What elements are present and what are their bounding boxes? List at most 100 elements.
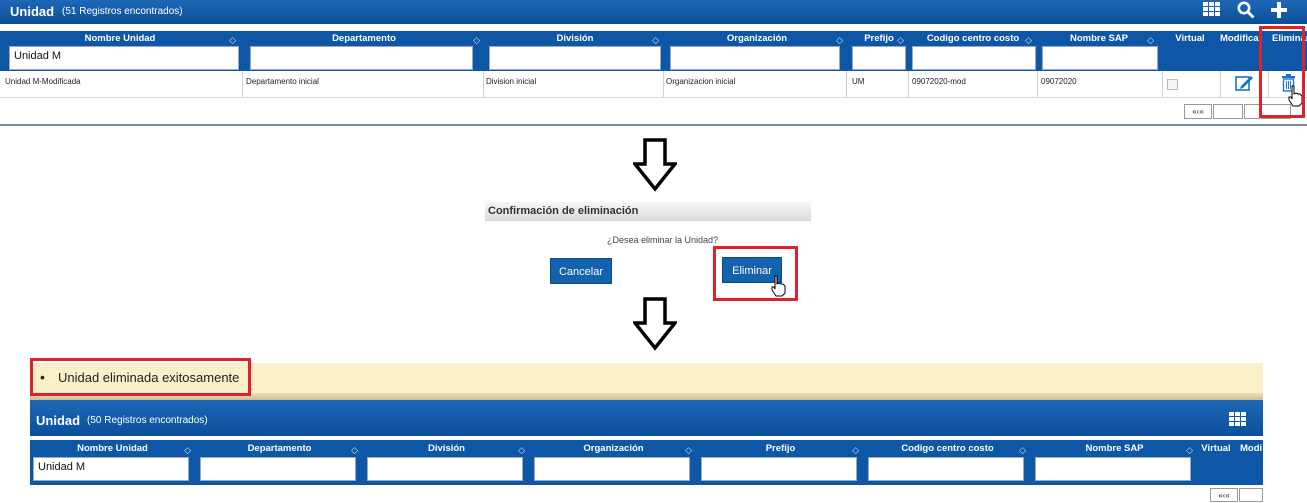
col-label: Nombre Unidad <box>77 443 148 454</box>
sort-icon: ◇ <box>1019 445 1026 455</box>
filter-nombre-unidad-input[interactable]: Unidad M <box>9 46 239 70</box>
col-label: Nombre SAP <box>1069 33 1129 44</box>
pager-prev-button[interactable] <box>1239 488 1263 502</box>
cell-prefijo: UM <box>852 77 865 86</box>
pager-first-button[interactable]: «‹« <box>1210 488 1238 502</box>
filter-codigo-input[interactable] <box>868 457 1024 481</box>
panel-1-title: Unidad <box>10 4 55 19</box>
sort-icon: ◇ <box>184 445 191 455</box>
col-organizacion[interactable]: Organización ◇ <box>531 443 696 455</box>
sort-icon: ◇ <box>473 35 480 45</box>
pager-first-button[interactable]: «‹« <box>1184 104 1212 119</box>
hand-cursor-icon <box>771 275 786 297</box>
table-row: Unidad M-Modificada Departamento inicial… <box>0 71 1307 107</box>
col-label: Virtual <box>1175 33 1205 44</box>
col-virtual: Virtual <box>1198 443 1234 454</box>
col-label: Departamento <box>332 33 396 44</box>
sort-icon: ◇ <box>852 445 859 455</box>
col-division[interactable]: División ◇ <box>487 33 663 45</box>
col-codigo-centro-costo[interactable]: Codigo centro costo ◇ <box>865 443 1030 455</box>
filter-organizacion-input[interactable] <box>670 46 840 70</box>
filter-prefijo-input[interactable] <box>852 46 906 70</box>
sort-icon: ◇ <box>351 445 358 455</box>
panel-2-title: Unidad <box>36 413 81 428</box>
col-label: Modi <box>1240 443 1263 454</box>
cell-organizacion: Organizacion inicial <box>666 77 736 86</box>
cell-departamento: Departamento inicial <box>246 77 319 86</box>
filter-division-input[interactable] <box>367 457 523 481</box>
col-label: Organización <box>726 33 788 44</box>
filter-codigo-input[interactable] <box>912 46 1036 70</box>
grid-icon[interactable] <box>1203 2 1221 18</box>
edit-icon[interactable] <box>1235 74 1255 92</box>
sort-icon: ◇ <box>518 445 525 455</box>
filter-prefijo-input[interactable] <box>701 457 857 481</box>
highlight-success-message <box>30 358 251 396</box>
dialog-titlebar: Confirmación de eliminación <box>485 202 811 221</box>
sort-icon: ◇ <box>1186 445 1193 455</box>
col-nombre-sap[interactable]: Nombre SAP ◇ <box>1032 443 1197 455</box>
sort-icon: ◇ <box>229 35 236 45</box>
sort-icon: ◇ <box>1025 35 1032 45</box>
sort-icon: ◇ <box>836 35 843 45</box>
virtual-checkbox[interactable] <box>1167 79 1178 90</box>
col-label: División <box>428 443 465 454</box>
col-label: Nombre Unidad <box>84 33 156 44</box>
col-label: Virtual <box>1201 443 1231 454</box>
down-arrow-icon <box>633 297 677 351</box>
grid-icon[interactable] <box>1229 412 1247 428</box>
filter-nombre-sap-input[interactable] <box>1035 457 1191 481</box>
col-division[interactable]: División ◇ <box>364 443 529 455</box>
col-label: Codigo centro costo <box>901 443 994 454</box>
highlight-delete-column <box>1259 26 1305 118</box>
dialog-title: Confirmación de eliminación <box>488 205 639 217</box>
col-label: Nombre SAP <box>1085 443 1144 454</box>
down-arrow-icon <box>633 138 677 192</box>
col-nombre-sap[interactable]: Nombre SAP ◇ <box>1040 33 1158 45</box>
col-modificar: Modi <box>1240 443 1263 454</box>
filter-departamento-input[interactable] <box>250 46 473 70</box>
filter-organizacion-input[interactable] <box>534 457 690 481</box>
panel-2-record-count: (50 Registros encontrados) <box>87 415 208 426</box>
cell-nombre-sap: 09072020 <box>1041 77 1077 86</box>
filter-division-input[interactable] <box>489 46 661 70</box>
col-label: Codigo centro costo <box>926 33 1020 44</box>
pager-page-button[interactable] <box>1244 104 1260 119</box>
col-label: Prefijo <box>765 443 796 454</box>
cell-codigo: 09072020-mod <box>912 77 966 86</box>
col-label: Departamento <box>247 443 312 454</box>
panel-2: Unidad (50 Registros encontrados) Nombre… <box>30 400 1263 502</box>
col-label: Modificar <box>1220 33 1263 44</box>
col-prefijo[interactable]: Prefijo ◇ <box>698 443 863 455</box>
plus-icon[interactable] <box>1270 1 1288 19</box>
search-icon[interactable] <box>1237 1 1255 19</box>
pager-prev-button[interactable] <box>1213 104 1243 119</box>
col-virtual: Virtual <box>1164 33 1216 44</box>
sort-icon: ◇ <box>897 35 904 45</box>
filter-departamento-input[interactable] <box>200 457 356 481</box>
sort-icon: ◇ <box>652 35 659 45</box>
sort-icon: ◇ <box>685 445 692 455</box>
panel-1-record-count: (51 Registros encontrados) <box>62 6 183 17</box>
col-departamento[interactable]: Departamento ◇ <box>244 33 484 45</box>
col-nombre-unidad[interactable]: Nombre Unidad ◇ <box>0 33 240 45</box>
col-label: División <box>556 33 594 44</box>
col-departamento[interactable]: Departamento ◇ <box>197 443 362 455</box>
cell-nombre-unidad: Unidad M-Modificada <box>5 77 81 86</box>
cancel-button[interactable]: Cancelar <box>550 258 612 284</box>
col-prefijo[interactable]: Prefijo ◇ <box>850 33 908 45</box>
cell-division: Division inicial <box>486 77 537 86</box>
panel-1-header: Unidad (51 Registros encontrados) <box>0 0 1307 24</box>
panel-2-header: Unidad (50 Registros encontrados) <box>30 400 1263 436</box>
divider <box>0 124 1307 126</box>
filter-nombre-unidad-input[interactable]: Unidad M <box>33 457 189 481</box>
col-label: Organización <box>583 443 644 454</box>
panel-1: Unidad (51 Registros encontrados) Nombre… <box>0 0 1307 126</box>
col-nombre-unidad[interactable]: Nombre Unidad ◇ <box>30 443 195 455</box>
col-organizacion[interactable]: Organización ◇ <box>667 33 847 45</box>
col-label: Prefijo <box>864 33 894 44</box>
sort-icon: ◇ <box>1147 35 1154 45</box>
dialog-message: ¿Desea eliminar la Unidad? <box>607 235 719 245</box>
filter-nombre-sap-input[interactable] <box>1042 46 1158 70</box>
col-codigo-centro-costo[interactable]: Codigo centro costo ◇ <box>910 33 1036 45</box>
